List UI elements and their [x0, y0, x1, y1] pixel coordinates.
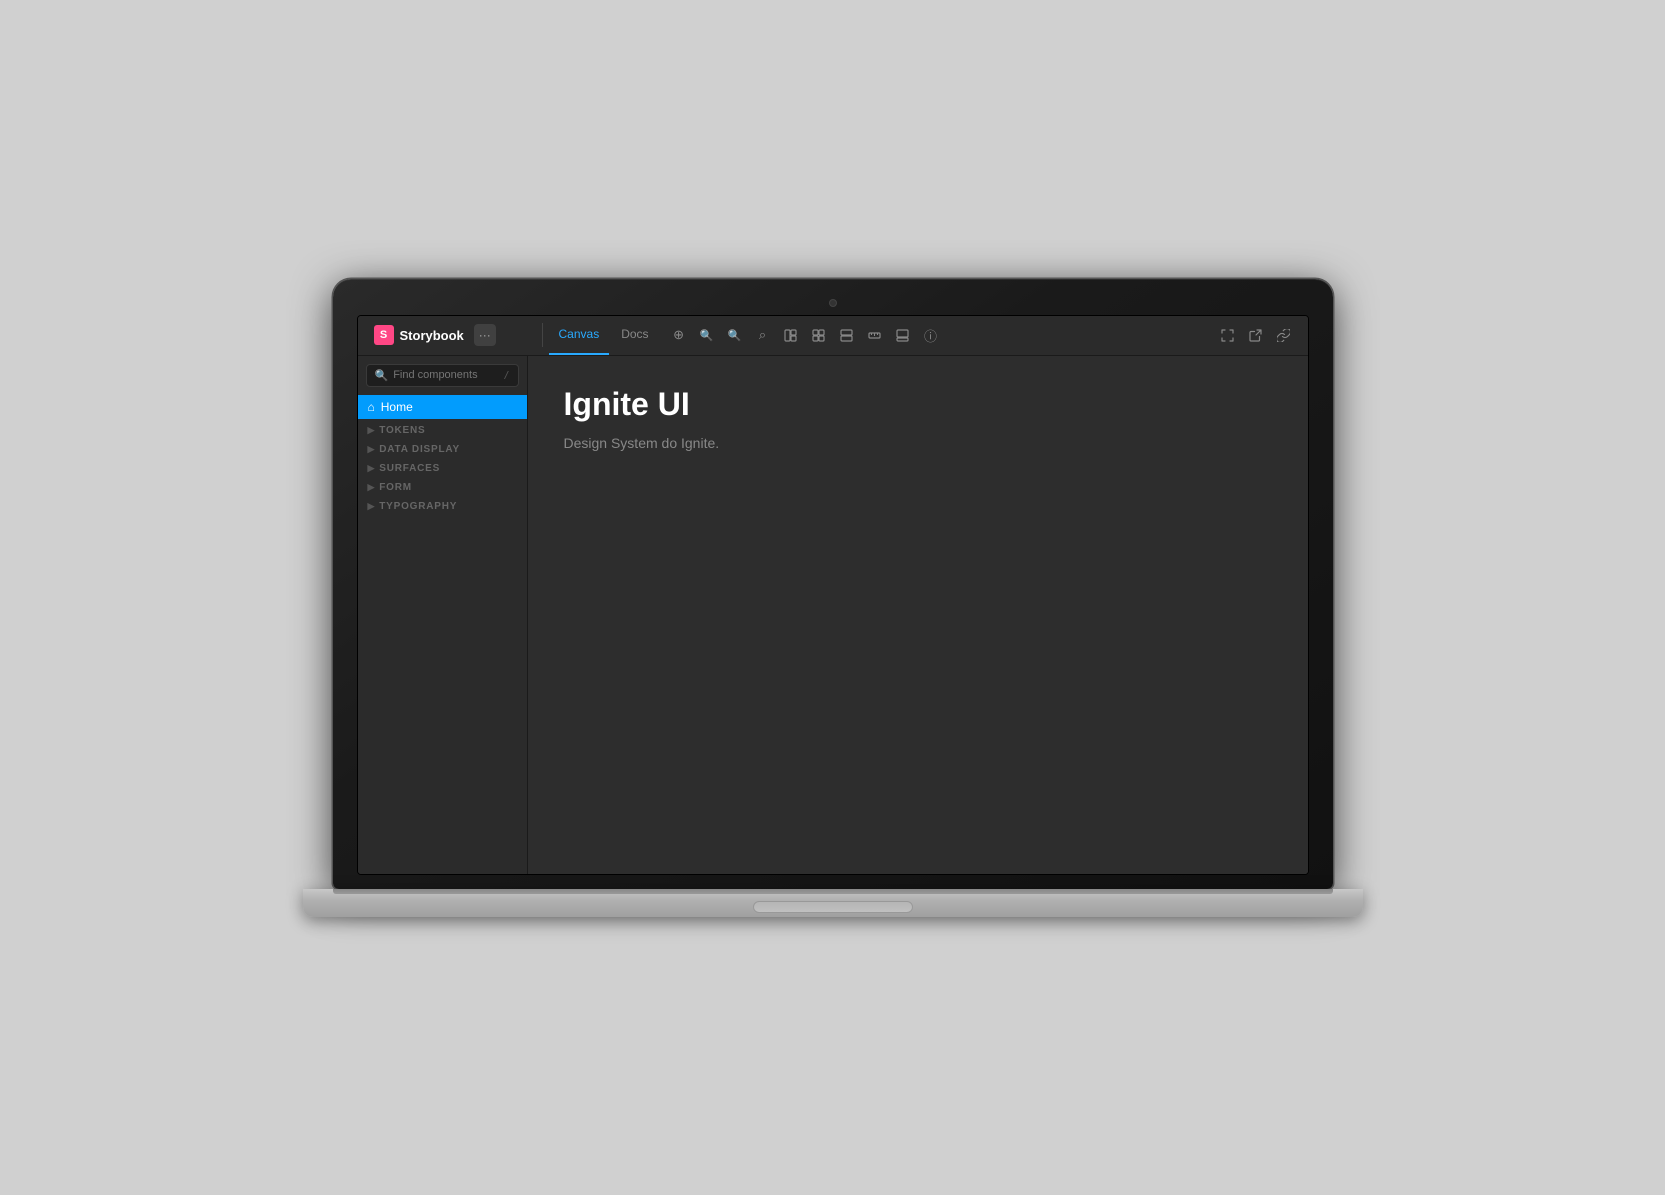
tabs-area: Canvas Docs [549, 315, 659, 355]
laptop-wrapper: S Storybook ··· Canvas Docs ⊕ 🔍 🔍 [283, 279, 1383, 917]
tab-docs[interactable]: Docs [611, 315, 658, 355]
nav-section-surfaces: ▶ SURFACES [358, 457, 527, 476]
fullscreen-icon[interactable] [1216, 323, 1240, 347]
chevron-right-icon: ▶ [368, 501, 376, 512]
laptop-trackpad [753, 901, 913, 913]
split-icon[interactable] [835, 323, 859, 347]
form-label: FORM [379, 482, 412, 493]
home-label: Home [381, 400, 413, 414]
chevron-right-icon: ▶ [368, 444, 376, 455]
sidebar-item-tokens[interactable]: ▶ TOKENS [368, 425, 517, 436]
camera-notch [829, 299, 837, 307]
sidebar-item-form[interactable]: ▶ FORM [368, 482, 517, 493]
header-brand: S Storybook ··· [366, 324, 536, 346]
panel-icon[interactable] [891, 323, 915, 347]
chevron-right-icon: ▶ [368, 482, 376, 493]
chevron-right-icon: ▶ [368, 463, 376, 474]
sidebar: 🔍 / ⌂ Home ▶ TO [358, 356, 528, 874]
nav-section-form: ▶ FORM [358, 476, 527, 495]
page-subtitle: Design System do Ignite. [564, 435, 1272, 451]
open-new-icon[interactable] [1244, 323, 1268, 347]
grid-icon[interactable] [807, 323, 831, 347]
header-divider [542, 323, 543, 347]
laptop-lid: S Storybook ··· Canvas Docs ⊕ 🔍 🔍 [333, 279, 1333, 889]
canvas-area: Ignite UI Design System do Ignite. [528, 356, 1308, 874]
search-shortcut: / [503, 370, 509, 381]
laptop-screen: S Storybook ··· Canvas Docs ⊕ 🔍 🔍 [357, 315, 1309, 875]
laptop-base [303, 889, 1363, 917]
nav-section-tokens: ▶ TOKENS [358, 419, 527, 438]
zoom-in-icon[interactable]: 🔍 [695, 323, 719, 347]
app-container: S Storybook ··· Canvas Docs ⊕ 🔍 🔍 [358, 316, 1308, 874]
sidebar-item-home[interactable]: ⌂ Home [358, 395, 527, 419]
home-icon: ⌂ [368, 400, 375, 414]
storybook-logo-icon: S [374, 325, 394, 345]
brand-name: Storybook [400, 328, 464, 343]
search-canvas-icon[interactable]: ⌕ [751, 323, 775, 347]
reset-zoom-icon[interactable]: ⊕ [667, 323, 691, 347]
layout1-icon[interactable] [779, 323, 803, 347]
header-right-icons [1216, 323, 1300, 347]
search-input[interactable] [393, 369, 498, 381]
sidebar-item-data-display[interactable]: ▶ DATA DISPLAY [368, 444, 517, 455]
app-header: S Storybook ··· Canvas Docs ⊕ 🔍 🔍 [358, 316, 1308, 356]
chevron-right-icon: ▶ [368, 425, 376, 436]
data-display-label: DATA DISPLAY [379, 444, 460, 455]
nav-section-data-display: ▶ DATA DISPLAY [358, 438, 527, 457]
sidebar-item-surfaces[interactable]: ▶ SURFACES [368, 463, 517, 474]
surfaces-label: SURFACES [379, 463, 440, 474]
page-title: Ignite UI [564, 386, 1272, 423]
info-icon[interactable]: ⓘ [919, 323, 943, 347]
tab-canvas[interactable]: Canvas [549, 315, 610, 355]
toolbar-icons: ⊕ 🔍 🔍 ⌕ [667, 323, 943, 347]
zoom-out-icon[interactable]: 🔍 [723, 323, 747, 347]
laptop-hinge [333, 889, 1333, 894]
search-icon: 🔍 [375, 369, 389, 382]
sidebar-item-typography[interactable]: ▶ TYPOGRAPHY [368, 501, 517, 512]
tokens-label: TOKENS [379, 425, 425, 436]
link-icon[interactable] [1272, 323, 1296, 347]
search-bar[interactable]: 🔍 / [366, 364, 519, 387]
ruler-icon[interactable] [863, 323, 887, 347]
header-menu-button[interactable]: ··· [474, 324, 496, 346]
typography-label: TYPOGRAPHY [379, 501, 457, 512]
nav-section-typography: ▶ TYPOGRAPHY [358, 495, 527, 514]
app-body: 🔍 / ⌂ Home ▶ TO [358, 356, 1308, 874]
